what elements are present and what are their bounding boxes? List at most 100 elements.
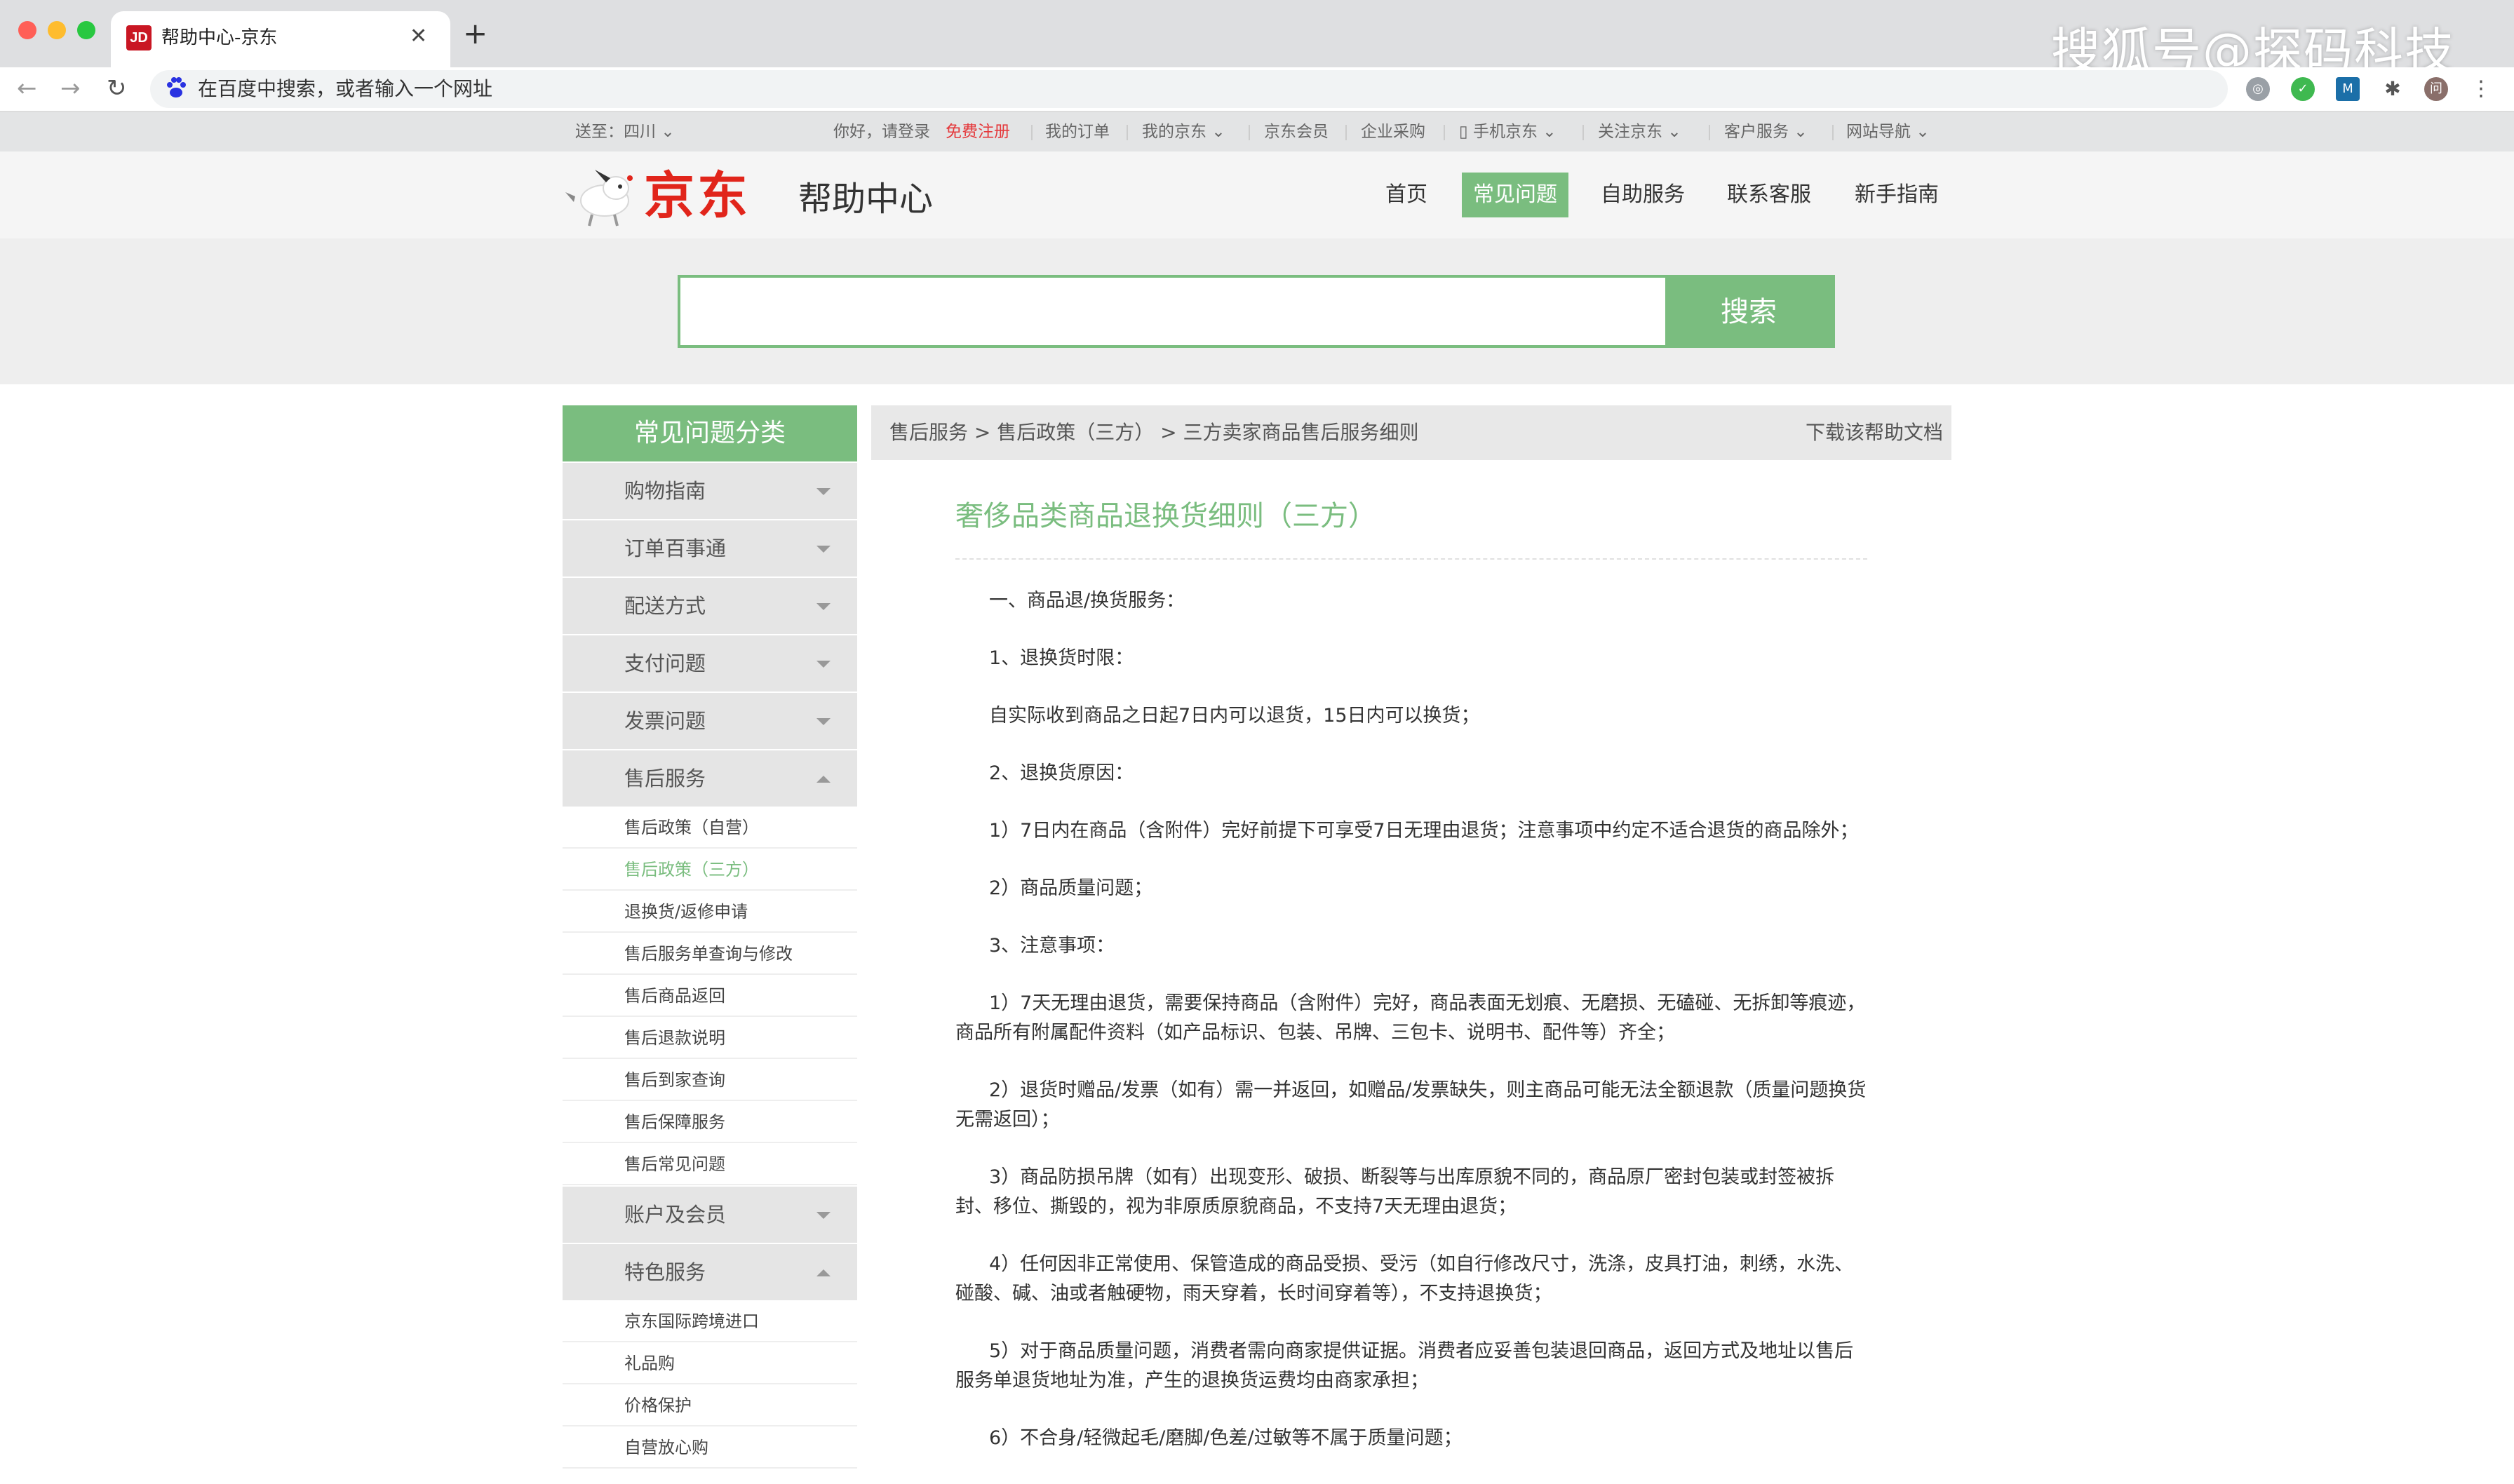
login-link[interactable]: 你好，请登录 (833, 121, 930, 143)
site-nav-label: 网站导航 (1846, 123, 1911, 141)
site-top-bar: 送至：四川 ⌄ 你好，请登录 免费注册 我的订单 我的京东 ⌄ 京东会员 企业采… (0, 112, 2514, 151)
caret-down-icon (816, 546, 831, 553)
divider (1444, 125, 1445, 140)
my-jd-link[interactable]: 我的京东 ⌄ (1142, 121, 1225, 143)
paragraph: 3）商品防损吊牌（如有）出现变形、破损、断裂等与出库原貌不同的，商品原厂密封包装… (955, 1166, 1835, 1217)
paragraph: 一、商品退/换货服务： (989, 590, 1185, 612)
chevron-down-icon: ⌄ (1794, 123, 1808, 141)
article-body: 一、商品退/换货服务： 1、退换货时限： 自实际收到商品之日起7日内可以退货，1… (955, 586, 1867, 1481)
delivery-location[interactable]: 送至：四川 ⌄ (575, 121, 675, 143)
category-shopping-guide[interactable]: 购物指南 (563, 463, 857, 519)
caret-up-icon (816, 776, 831, 783)
sub-item-return-request[interactable]: 退换货/返修申请 (563, 891, 857, 933)
category-account[interactable]: 账户及会员 (563, 1187, 857, 1243)
site-nav-link[interactable]: 网站导航 ⌄ (1846, 121, 1930, 143)
mobile-jd-link[interactable]: ▯ 手机京东 ⌄ (1459, 121, 1557, 143)
close-window-button[interactable] (18, 21, 36, 39)
enterprise-link[interactable]: 企业采购 (1361, 121, 1425, 143)
help-center-title: 帮助中心 (798, 180, 934, 219)
baidu-paw-icon (167, 77, 186, 97)
category-delivery[interactable]: 配送方式 (563, 578, 857, 634)
chevron-down-icon: ⌄ (661, 123, 675, 141)
new-tab-icon[interactable]: + (463, 15, 488, 52)
jd-favicon-icon: JD (126, 25, 152, 50)
paragraph: 6）不合身/轻微起毛/磨脚/色差/过敏等不属于质量问题； (989, 1427, 1463, 1449)
sub-item-guarantee[interactable]: 售后保障服务 (563, 1101, 857, 1143)
divider (1031, 125, 1033, 140)
profile-avatar[interactable]: 问 (2424, 77, 2448, 101)
category-payment[interactable]: 支付问题 (563, 635, 857, 692)
category-label: 发票问题 (624, 709, 706, 733)
sub-item-gift[interactable]: 礼品购 (563, 1342, 857, 1384)
jd-dog-logo-icon[interactable] (561, 161, 645, 229)
article-title: 奢侈品类商品退换货细则（三方） (955, 500, 1376, 532)
jd-member-link[interactable]: 京东会员 (1264, 121, 1329, 143)
minimize-window-button[interactable] (48, 21, 66, 39)
category-orders[interactable]: 订单百事通 (563, 520, 857, 576)
search-button[interactable]: 搜索 (1665, 278, 1832, 345)
forward-arrow-icon[interactable]: → (60, 73, 81, 104)
category-label: 售后服务 (624, 767, 706, 790)
search-input[interactable] (680, 278, 1665, 345)
extensions-puzzle-icon[interactable]: ✱ (2381, 77, 2405, 101)
chevron-down-icon: ⌄ (1211, 123, 1225, 141)
paragraph: 2）商品质量问题； (989, 877, 1153, 899)
sub-item-worry-free[interactable]: 自营放心购 (563, 1426, 857, 1469)
browser-tab[interactable]: JD 帮助中心-京东 ✕ (111, 11, 450, 69)
my-jd-label: 我的京东 (1142, 123, 1206, 141)
category-label: 配送方式 (624, 594, 706, 618)
category-label: 账户及会员 (624, 1203, 727, 1227)
category-invoice[interactable]: 发票问题 (563, 693, 857, 749)
address-bar[interactable]: 在百度中搜索，或者输入一个网址 (150, 70, 2228, 108)
sub-item-price-protection[interactable]: 价格保护 (563, 1384, 857, 1426)
sub-item-refund-info[interactable]: 售后退款说明 (563, 1017, 857, 1059)
paragraph: 1）7天无理由退货，需要保持商品（含附件）完好，商品表面无划痕、无磨损、无磕碰、… (955, 992, 1866, 1044)
jd-logo-text[interactable]: 京东 (644, 167, 751, 224)
category-label: 特色服务 (624, 1260, 706, 1284)
category-label: 购物指南 (624, 479, 706, 503)
category-after-sales[interactable]: 售后服务 (563, 750, 857, 807)
caret-down-icon (816, 1212, 831, 1219)
customer-service-link[interactable]: 客户服务 ⌄ (1724, 121, 1808, 143)
divider (1582, 125, 1584, 140)
nav-self-service[interactable]: 自助服务 (1589, 173, 1696, 217)
sub-item-service-query[interactable]: 售后服务单查询与修改 (563, 933, 857, 975)
paragraph: 3、注意事项： (989, 935, 1115, 957)
back-arrow-icon[interactable]: ← (17, 73, 37, 104)
sub-item-after-sales-faq[interactable]: 售后常见问题 (563, 1143, 857, 1185)
tab-close-icon[interactable]: ✕ (410, 24, 427, 49)
browser-tab-strip: JD 帮助中心-京东 ✕ + 搜狐号@探码科技 (0, 0, 2514, 80)
sub-item-cross-border[interactable]: 京东国际跨境进口 (563, 1300, 857, 1342)
caret-up-icon (816, 1269, 831, 1276)
divider (1345, 125, 1347, 140)
nav-newbie-guide[interactable]: 新手指南 (1843, 173, 1950, 217)
sub-item-product-return[interactable]: 售后商品返回 (563, 975, 857, 1017)
breadcrumb[interactable]: 售后服务 > 售后政策（三方） > 三方卖家商品售后服务细则 (889, 419, 1419, 446)
chevron-down-icon: ⌄ (1916, 123, 1930, 141)
browser-toolbar: ← → ↻ 在百度中搜索，或者输入一个网址 ◎ ✓ M ✱ 问 ⋮ (0, 67, 2514, 112)
divider (1709, 125, 1710, 140)
my-orders-link[interactable]: 我的订单 (1045, 121, 1110, 143)
nav-home[interactable]: 首页 (1368, 173, 1445, 217)
faq-category-sidebar: 常见问题分类 购物指南 订单百事通 配送方式 支付问题 发票问题 售后服务 售后… (563, 405, 857, 1469)
nav-faq[interactable]: 常见问题 (1462, 173, 1568, 217)
search-band: 搜索 (0, 238, 2514, 384)
sub-item-home-service[interactable]: 售后到家查询 (563, 1059, 857, 1101)
download-doc-link[interactable]: 下载该帮助文档 (1806, 419, 1943, 446)
sub-item-self-operated-policy[interactable]: 售后政策（自营） (563, 807, 857, 849)
article-panel: 售后服务 > 售后政策（三方） > 三方卖家商品售后服务细则 下载该帮助文档 奢… (871, 405, 1951, 1484)
zoom-window-button[interactable] (77, 21, 95, 39)
extension-check-icon[interactable]: ✓ (2291, 77, 2315, 101)
follow-jd-link[interactable]: 关注京东 ⌄ (1598, 121, 1681, 143)
reload-icon[interactable]: ↻ (107, 73, 127, 104)
category-special-services[interactable]: 特色服务 (563, 1244, 857, 1300)
browser-menu-icon[interactable]: ⋮ (2469, 77, 2493, 101)
nav-contact[interactable]: 联系客服 (1716, 173, 1822, 217)
extension-m-icon[interactable]: M (2336, 77, 2360, 101)
follow-jd-label: 关注京东 (1598, 123, 1662, 141)
caret-down-icon (816, 661, 831, 668)
sub-item-third-party-policy[interactable]: 售后政策（三方） (563, 849, 857, 891)
register-link[interactable]: 免费注册 (946, 121, 1010, 143)
customer-service-label: 客户服务 (1724, 123, 1789, 141)
extension-globe-icon[interactable]: ◎ (2246, 77, 2270, 101)
